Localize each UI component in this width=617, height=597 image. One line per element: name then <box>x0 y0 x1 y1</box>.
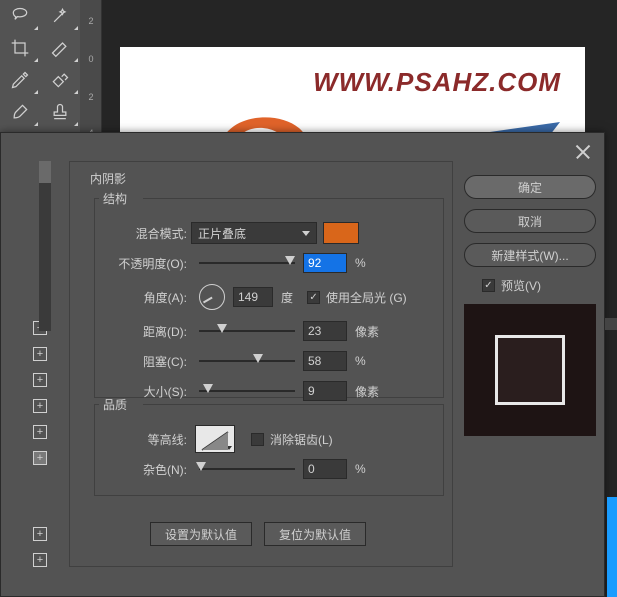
close-icon[interactable] <box>574 143 592 161</box>
cancel-button[interactable]: 取消 <box>464 209 596 233</box>
watermark-text: WWW.PSAHZ.COM <box>313 67 561 98</box>
contour-picker[interactable] <box>195 425 235 453</box>
heal-tool[interactable] <box>40 64 80 96</box>
add-style-icon[interactable]: + <box>33 425 47 439</box>
global-light-checkbox[interactable] <box>307 291 320 304</box>
opacity-label: 不透明度(O): <box>95 255 191 272</box>
choke-label: 阻塞(C): <box>95 353 191 370</box>
add-style-icon[interactable]: + <box>33 399 47 413</box>
global-light-label: 使用全局光 (G) <box>326 289 407 306</box>
distance-label: 距离(D): <box>95 323 191 340</box>
size-slider[interactable] <box>199 384 295 398</box>
style-list-scrollbar[interactable] <box>39 161 51 331</box>
unit-label: 像素 <box>355 383 379 400</box>
dialog-right-column: 确定 取消 新建样式(W)... 预览(V) <box>464 175 596 436</box>
panel-edge <box>607 497 617 597</box>
antialias-checkbox[interactable] <box>251 433 264 446</box>
stamp-tool[interactable] <box>40 96 80 128</box>
preview-checkbox[interactable] <box>482 279 495 292</box>
unit-label: % <box>355 256 366 270</box>
add-style-icon[interactable]: + <box>33 373 47 387</box>
eyedropper-tool[interactable] <box>0 64 40 96</box>
noise-input[interactable]: 0 <box>303 459 347 479</box>
choke-slider[interactable] <box>199 354 295 368</box>
unit-label: % <box>355 462 366 476</box>
reset-default-button[interactable]: 复位为默认值 <box>264 522 366 546</box>
ok-button[interactable]: 确定 <box>464 175 596 199</box>
contour-label: 等高线: <box>95 431 191 448</box>
set-default-button[interactable]: 设置为默认值 <box>150 522 252 546</box>
unit-label: % <box>355 354 366 368</box>
color-swatch[interactable] <box>323 222 359 244</box>
distance-input[interactable]: 23 <box>303 321 347 341</box>
opacity-slider[interactable] <box>199 256 295 270</box>
brush-tool[interactable] <box>0 96 40 128</box>
panel-tab-icon[interactable] <box>605 318 617 330</box>
blend-mode-select[interactable]: 正片叠底 <box>191 222 317 244</box>
distance-slider[interactable] <box>199 324 295 338</box>
lasso-tool[interactable] <box>0 0 40 32</box>
angle-input[interactable]: 149 <box>233 287 273 307</box>
unit-label: 像素 <box>355 323 379 340</box>
layer-style-dialog: + + + + + + + + 内阴影 结构 混合模式: 正片叠底 不透明度(O… <box>0 132 605 597</box>
noise-label: 杂色(N): <box>95 461 191 478</box>
angle-label: 角度(A): <box>95 289 191 306</box>
add-style-icon[interactable]: + <box>33 527 47 541</box>
add-style-icon[interactable]: + <box>33 553 47 567</box>
preview-label: 预览(V) <box>501 277 541 294</box>
wand-tool[interactable] <box>40 0 80 32</box>
new-style-button[interactable]: 新建样式(W)... <box>464 243 596 267</box>
antialias-label: 消除锯齿(L) <box>270 431 333 448</box>
add-style-icon[interactable]: + <box>33 347 47 361</box>
crop-tool[interactable] <box>0 32 40 64</box>
unit-label: 度 <box>281 289 293 306</box>
settings-panel: 内阴影 结构 混合模式: 正片叠底 不透明度(O): 92 % 角度(A): 1… <box>69 161 453 567</box>
blend-mode-label: 混合模式: <box>95 225 191 242</box>
chevron-down-icon <box>302 231 310 236</box>
angle-dial[interactable] <box>199 284 225 310</box>
style-list-column: + + + + + + + + <box>1 161 51 581</box>
size-input[interactable]: 9 <box>303 381 347 401</box>
noise-slider[interactable] <box>199 462 295 476</box>
style-preview <box>464 304 596 436</box>
section-title: 内阴影 <box>90 170 126 187</box>
add-style-icon[interactable]: + <box>33 451 47 465</box>
choke-input[interactable]: 58 <box>303 351 347 371</box>
opacity-input[interactable]: 92 <box>303 253 347 273</box>
slice-tool[interactable] <box>40 32 80 64</box>
